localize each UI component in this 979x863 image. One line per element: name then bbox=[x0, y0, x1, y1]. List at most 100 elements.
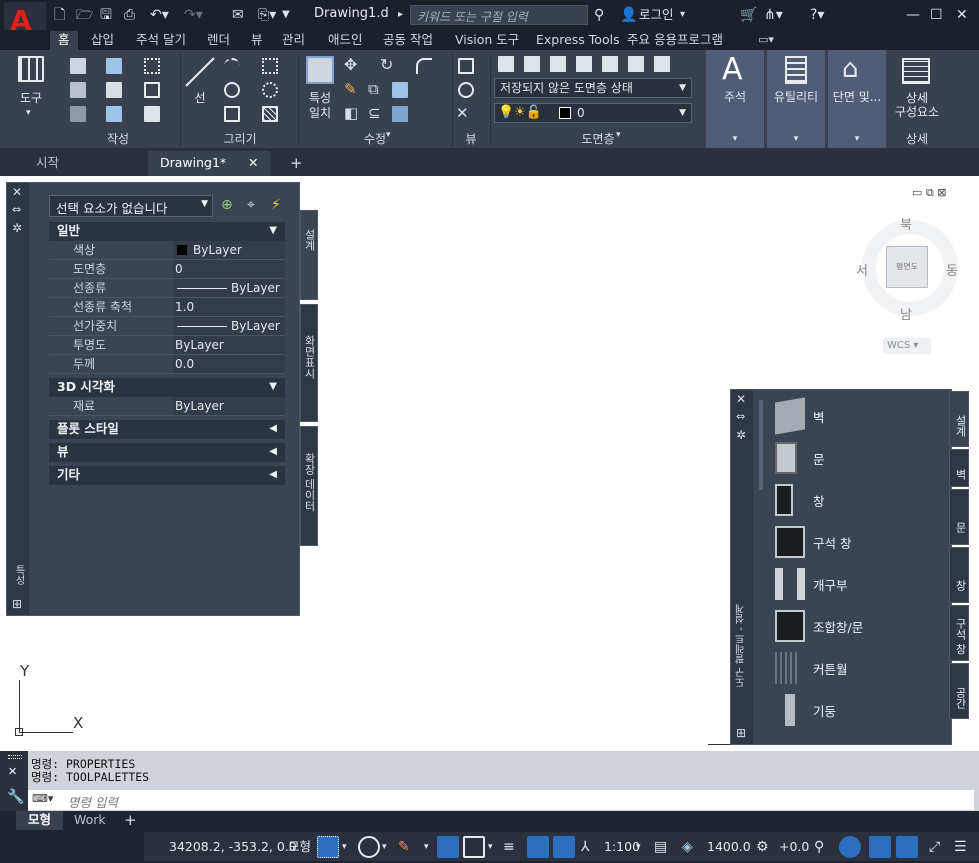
hardware-acceleration-icon[interactable] bbox=[869, 836, 891, 858]
auto-scale-icon[interactable] bbox=[553, 836, 575, 858]
user-icon[interactable]: 👤 bbox=[620, 6, 637, 24]
door-icon[interactable] bbox=[70, 82, 86, 98]
new-tab-icon[interactable]: + bbox=[278, 151, 315, 176]
window-icon[interactable] bbox=[70, 106, 86, 122]
close-icon[interactable]: ✕ bbox=[956, 6, 968, 24]
tool-item-curtain-wall[interactable]: 커튼월 bbox=[775, 650, 935, 686]
palette-tab-corner-window[interactable]: 구석 창 bbox=[949, 605, 969, 661]
prop-row-transparency[interactable]: 투명도 ByLayer bbox=[49, 336, 285, 355]
cube-icon[interactable] bbox=[144, 106, 160, 122]
tool-item-opening[interactable]: 개구부 bbox=[775, 566, 935, 602]
palette-tab-design[interactable]: 설계 bbox=[949, 391, 969, 447]
close-palette-icon[interactable]: ✕ bbox=[12, 185, 22, 199]
print-icon[interactable]: ⎙ bbox=[124, 6, 135, 24]
panel-view[interactable]: 뷰 bbox=[454, 130, 488, 146]
lineweight-icon[interactable]: ≡ bbox=[503, 837, 515, 857]
close-tab-icon[interactable]: ✕ bbox=[248, 151, 258, 175]
viewcube-west[interactable]: 서 bbox=[856, 260, 868, 279]
grid-toggle-icon[interactable] bbox=[317, 836, 339, 858]
mail-icon[interactable]: ✉ bbox=[232, 6, 244, 24]
point-icon[interactable] bbox=[262, 58, 278, 74]
category-general[interactable]: 일반 ▼ bbox=[49, 222, 285, 241]
tab-collaborate[interactable]: 공동 작업 bbox=[383, 31, 433, 50]
panel-create[interactable]: 작성 bbox=[56, 130, 180, 146]
arc-icon[interactable] bbox=[224, 58, 240, 74]
array-icon[interactable] bbox=[392, 82, 408, 98]
match-properties-label-2[interactable]: 일치 bbox=[304, 106, 336, 121]
login-menu-icon[interactable]: ▾ bbox=[680, 6, 685, 24]
tool-item-door[interactable]: 문 bbox=[775, 440, 935, 476]
layer-tools-icons[interactable] bbox=[498, 56, 678, 72]
panel-modify[interactable]: 수정 bbox=[300, 130, 450, 146]
maximize-icon[interactable]: ☐ bbox=[930, 6, 943, 24]
props-tab-design[interactable]: 설계 bbox=[300, 210, 318, 300]
wall-icon[interactable] bbox=[106, 58, 122, 74]
mirror-icon[interactable]: ⧉ bbox=[368, 80, 379, 98]
connect-icon[interactable]: ⋔▾ bbox=[764, 6, 783, 24]
customization-menu-icon[interactable]: ☰ bbox=[954, 837, 967, 857]
rotate-icon[interactable]: ↻ bbox=[380, 55, 393, 74]
snap-icon[interactable]: ✎ bbox=[398, 837, 410, 857]
section-panel[interactable]: ⌂ 단면 및... ▾ bbox=[828, 50, 886, 148]
category-misc[interactable]: 기타 ◀ bbox=[49, 466, 285, 485]
qat-menu-icon[interactable]: ▼ bbox=[282, 6, 290, 24]
close-palette-icon[interactable]: ✕ bbox=[736, 392, 746, 406]
tool-item-wall[interactable]: 벽 bbox=[775, 397, 935, 435]
palette-tab-space[interactable]: 공간 bbox=[949, 663, 969, 719]
viewcube-north[interactable]: 북 bbox=[900, 214, 912, 233]
line-button[interactable]: 선 bbox=[190, 91, 210, 106]
prop-row-linetype[interactable]: 선종류 ByLayer bbox=[49, 279, 285, 298]
trim-icon[interactable]: ⊆ bbox=[368, 104, 381, 122]
annotation-scale-icon[interactable]: ⅄ bbox=[581, 837, 590, 857]
annotation-visibility-icon[interactable] bbox=[527, 836, 549, 858]
offset-icon[interactable]: ◧ bbox=[344, 104, 358, 122]
redo-icon[interactable]: ↷▾ bbox=[184, 6, 203, 24]
layer-state-dropdown[interactable]: 저장되지 않은 도면층 상태 ▼ bbox=[494, 78, 692, 98]
palette-tab-wall[interactable]: 벽 bbox=[949, 449, 969, 487]
detail-panel[interactable]: 상세 구성요소 상세 bbox=[888, 50, 946, 148]
minimize-icon[interactable]: — bbox=[906, 6, 920, 24]
visual-style-icon[interactable] bbox=[458, 82, 474, 98]
circle-icon[interactable] bbox=[224, 82, 240, 98]
undo-icon[interactable]: ↶▾ bbox=[150, 6, 169, 24]
prop-row-thickness[interactable]: 두께 0.0 bbox=[49, 355, 285, 374]
tab-render[interactable]: 렌더 bbox=[207, 31, 230, 50]
palette-settings-icon[interactable]: ✲ bbox=[12, 221, 22, 235]
ribbon-toggle-icon[interactable]: ▭▾ bbox=[758, 31, 774, 50]
tool-item-corner-window[interactable]: 구석 창 bbox=[775, 524, 935, 560]
save-icon[interactable]: 🖫 bbox=[100, 6, 112, 24]
ellipse-icon[interactable] bbox=[262, 82, 278, 98]
autohide-icon[interactable]: ⇔ bbox=[736, 410, 745, 423]
elevation-value[interactable]: 1400.0 bbox=[707, 837, 751, 857]
tab-manage[interactable]: 관리 bbox=[282, 31, 305, 50]
clean-screen-icon[interactable] bbox=[896, 836, 918, 858]
stretch-icon[interactable]: ✎ bbox=[344, 80, 357, 98]
copy-icon[interactable] bbox=[392, 106, 408, 122]
coordinates-display[interactable]: 34208.2, -353.2, 0.0 bbox=[169, 837, 297, 857]
box-icon[interactable] bbox=[70, 58, 86, 74]
fullscreen-icon[interactable]: ⤢ bbox=[929, 837, 940, 857]
prop-row-color[interactable]: 색상 ByLayer bbox=[49, 241, 285, 260]
fillet-icon[interactable] bbox=[416, 58, 432, 74]
tab-insert[interactable]: 삽입 bbox=[91, 31, 114, 50]
utility-panel[interactable]: 유틸리티 ▾ bbox=[767, 50, 825, 148]
surface-hatch-icon[interactable]: ⚙ bbox=[756, 837, 769, 857]
palette-settings-icon[interactable]: ✲ bbox=[736, 428, 746, 442]
close-command-icon[interactable]: ✕ bbox=[8, 765, 17, 778]
command-input[interactable]: ⌨▾ 명령 입력 bbox=[28, 790, 974, 810]
tab-home[interactable]: 홈 bbox=[50, 31, 78, 50]
tab-model[interactable]: 모형 bbox=[16, 811, 64, 830]
prop-row-lineweight[interactable]: 선가중치 ByLayer bbox=[49, 317, 285, 336]
selection-dropdown[interactable]: 선택 요소가 없습니다 ▼ bbox=[49, 195, 213, 217]
tab-vision-tools[interactable]: Vision 도구 bbox=[455, 31, 519, 50]
grip-icon[interactable] bbox=[8, 755, 22, 759]
toggle-pickadd-icon[interactable]: ⊕ bbox=[221, 197, 233, 213]
viewcube-south[interactable]: 남 bbox=[900, 304, 912, 323]
move-icon[interactable]: ✥ bbox=[344, 55, 357, 74]
annotate-panel[interactable]: A 주석 ▾ bbox=[706, 50, 764, 148]
angle-icon[interactable] bbox=[437, 836, 459, 858]
quick-select-icon[interactable]: ⚡ bbox=[271, 197, 281, 213]
expand-icon[interactable]: ▸ bbox=[398, 6, 403, 24]
props-tab-display[interactable]: 화면표시 bbox=[300, 304, 318, 422]
model-space-button[interactable]: 모형 bbox=[288, 837, 311, 857]
